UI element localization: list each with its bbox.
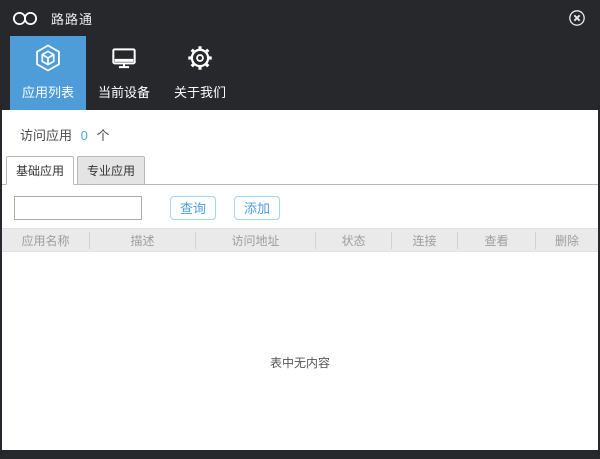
monitor-icon (108, 42, 140, 74)
infinity-logo-icon (12, 11, 39, 26)
tab-professional-apps[interactable]: 专业应用 (77, 156, 146, 185)
column-header-description: 描述 (90, 231, 196, 249)
title-bar: 路路通 (0, 0, 600, 36)
gear-icon (184, 42, 216, 74)
empty-table-message: 表中无内容 (269, 356, 330, 370)
column-header-connect: 连接 (392, 231, 458, 249)
close-button[interactable] (566, 7, 588, 29)
app-category-tabs: 基础应用 专业应用 (2, 156, 598, 185)
add-button[interactable]: 添加 (234, 195, 281, 220)
toolbar-item-label: 应用列表 (21, 85, 74, 100)
app-count: 0 (80, 128, 88, 143)
window-title: 路路通 (51, 11, 94, 27)
column-header-view: 查看 (458, 231, 536, 249)
toolbar-item-app-list[interactable]: 应用列表 (10, 36, 86, 110)
query-button[interactable]: 查询 (170, 195, 217, 220)
summary-unit: 个 (96, 128, 110, 143)
cube-icon (32, 42, 64, 74)
column-header-delete: 删除 (554, 233, 579, 248)
access-apps-summary: 访问应用 0 个 (2, 110, 598, 144)
apps-table-header: 应用名称 描述 访问地址 状态 连接 查看 删除 (2, 228, 598, 252)
column-header-app-name: 应用名称 (2, 231, 90, 249)
summary-label: 访问应用 (20, 128, 73, 143)
search-input[interactable] (14, 195, 142, 220)
toolbar-item-about-us[interactable]: 关于我们 (162, 36, 238, 110)
search-toolbar: 查询 添加 (14, 195, 598, 220)
toolbar-item-label: 当前设备 (97, 85, 150, 100)
toolbar-item-label: 关于我们 (173, 85, 226, 100)
column-header-address: 访问地址 (196, 231, 316, 249)
window-bottom-edge (0, 450, 600, 459)
content-area: 访问应用 0 个 基础应用 专业应用 查询 添加 应用名称 描述 访问地址 状态… (2, 110, 598, 450)
toolbar-item-current-device[interactable]: 当前设备 (86, 36, 162, 110)
tab-basic-apps[interactable]: 基础应用 (6, 156, 75, 185)
column-header-status: 状态 (316, 231, 392, 249)
app-window: 路路通 应用列表 当前设备 关于我们 访问应用 0 个 基础应用 专业应用 查询… (0, 0, 600, 459)
toolbar: 应用列表 当前设备 关于我们 (0, 36, 600, 110)
